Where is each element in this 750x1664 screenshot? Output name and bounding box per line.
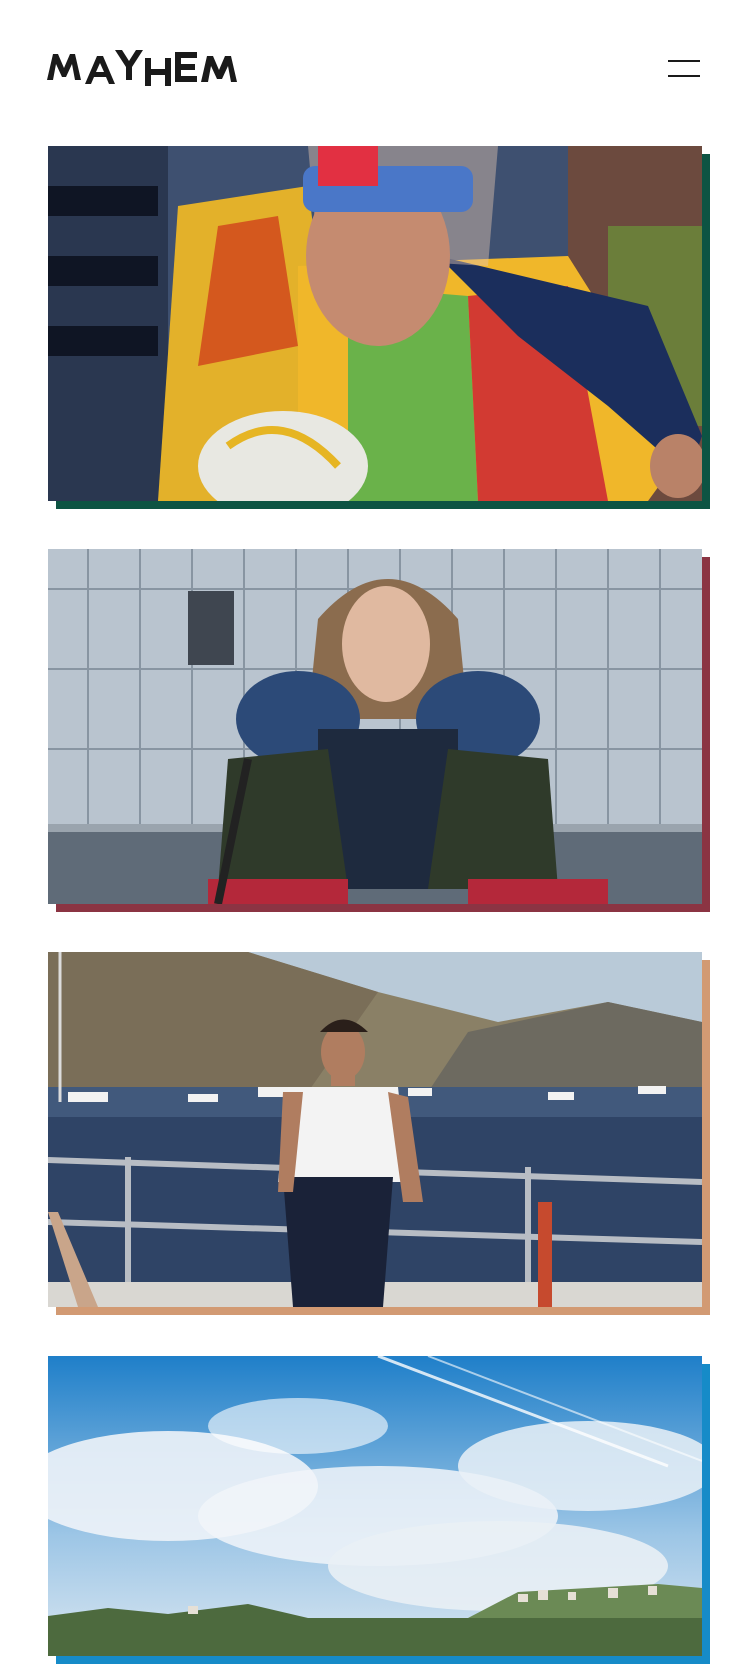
- menu-line-top: [668, 60, 700, 62]
- story-card-1[interactable]: [48, 146, 710, 509]
- hockey-player-photo[interactable]: [48, 549, 702, 904]
- mayhem-logo[interactable]: [47, 44, 257, 90]
- coastal-sky-photo[interactable]: [48, 1356, 702, 1656]
- story-card-3[interactable]: [48, 952, 710, 1315]
- rugby-player-photo[interactable]: [48, 146, 702, 501]
- story-card-4[interactable]: [48, 1356, 710, 1664]
- story-card-2[interactable]: [48, 549, 710, 912]
- site-header: [0, 0, 750, 130]
- hamburger-menu-icon[interactable]: [664, 54, 704, 84]
- yacht-man-photo[interactable]: [48, 952, 702, 1307]
- menu-line-bottom: [668, 75, 700, 77]
